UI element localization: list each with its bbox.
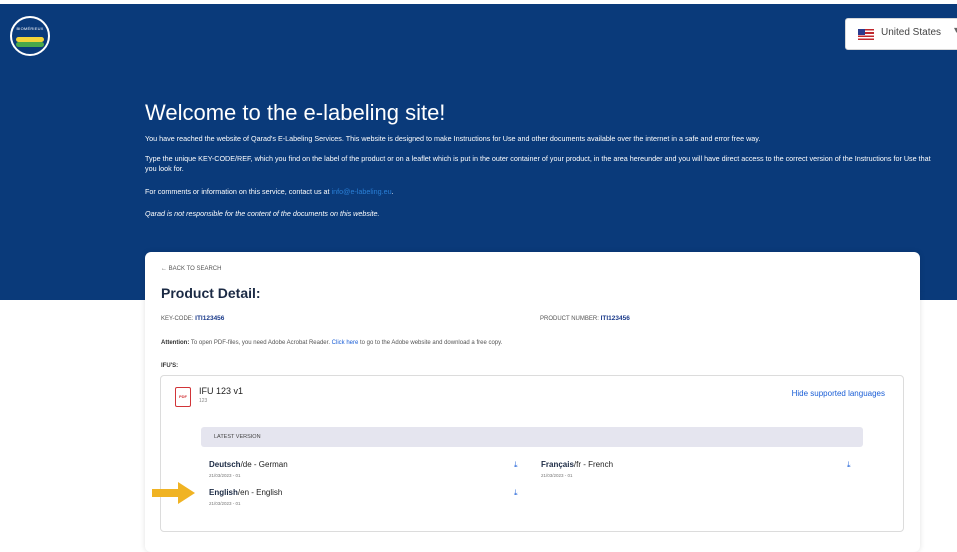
language-name: Deutsch xyxy=(209,460,241,469)
hide-supported-languages-link[interactable]: Hide supported languages xyxy=(792,389,885,398)
language-code: /fr - French xyxy=(573,460,614,469)
language-link-de[interactable]: Deutsch/de - German xyxy=(209,460,288,469)
download-icon[interactable]: ⤓ xyxy=(514,488,518,498)
intro-paragraph: You have reached the website of Qarad's … xyxy=(145,134,761,143)
product-number-label: PRODUCT NUMBER: xyxy=(540,316,599,322)
product-number: PRODUCT NUMBER: ITI123456 xyxy=(540,315,630,322)
contact-suffix: . xyxy=(391,187,394,196)
back-to-search-link[interactable]: ← BACK TO SEARCH xyxy=(161,266,221,272)
language-name: English xyxy=(209,488,238,497)
language-date: 21/03/2023 - 01 xyxy=(209,501,241,506)
instructions-paragraph: Type the unique KEY-CODE/REF, which you … xyxy=(145,154,931,173)
pdf-icon-text: PDF xyxy=(179,394,187,399)
ifus-label: IFU'S: xyxy=(161,363,179,369)
contact-email-link[interactable]: info@e-labeling.eu xyxy=(332,187,392,196)
language-date: 21/03/2023 - 01 xyxy=(541,473,573,478)
download-icon[interactable]: ⤓ xyxy=(847,460,851,470)
product-detail-card: ← BACK TO SEARCH Product Detail: KEY-COD… xyxy=(145,252,920,552)
annotation-arrow-icon xyxy=(152,482,195,504)
language-date: 21/03/2023 - 01 xyxy=(209,473,241,478)
contact-paragraph: For comments or information on this serv… xyxy=(145,187,935,197)
attention-label: Attention: xyxy=(161,340,190,346)
language-link-fr[interactable]: Français/fr - French xyxy=(541,460,613,469)
pdf-icon: PDF xyxy=(175,387,191,407)
us-flag-icon xyxy=(858,29,874,40)
product-detail-title: Product Detail: xyxy=(161,285,261,301)
latest-version-bar: LATEST VERSION xyxy=(201,427,863,447)
download-icon[interactable]: ⤓ xyxy=(514,460,518,470)
country-label: United States xyxy=(881,27,942,38)
biomerieux-logo[interactable]: BIOMÉRIEUX xyxy=(10,16,50,56)
contact-prefix: For comments or information on this serv… xyxy=(145,187,330,196)
disclaimer-paragraph: Qarad is not responsible for the content… xyxy=(145,209,380,218)
key-code-label: KEY-CODE: xyxy=(161,316,194,322)
ifu-subtitle: 123 xyxy=(199,398,208,404)
ifu-name[interactable]: IFU 123 v1 xyxy=(199,386,243,396)
adobe-click-here-link[interactable]: Click here xyxy=(332,340,359,346)
page-title: Welcome to the e-labeling site! xyxy=(145,100,446,125)
logo-band-green xyxy=(16,42,44,47)
country-selector[interactable]: United States ▾ xyxy=(845,18,957,50)
language-link-en[interactable]: English/en - English xyxy=(209,488,282,497)
attention-suffix: to go to the Adobe website and download … xyxy=(360,340,503,346)
attention-note: Attention: To open PDF-files, you need A… xyxy=(161,340,502,346)
logo-text: BIOMÉRIEUX xyxy=(16,26,44,31)
language-code: /en - English xyxy=(237,488,283,497)
key-code-value: ITI123456 xyxy=(195,315,225,322)
attention-text: To open PDF-files, you need Adobe Acroba… xyxy=(190,340,330,346)
product-number-value: ITI123456 xyxy=(600,315,630,322)
latest-version-label: LATEST VERSION xyxy=(214,434,261,440)
key-code: KEY-CODE: ITI123456 xyxy=(161,315,224,322)
language-code: /de - German xyxy=(240,460,288,469)
language-name: Français xyxy=(541,460,574,469)
ifu-item: PDF IFU 123 v1 123 Hide supported langua… xyxy=(160,375,904,532)
